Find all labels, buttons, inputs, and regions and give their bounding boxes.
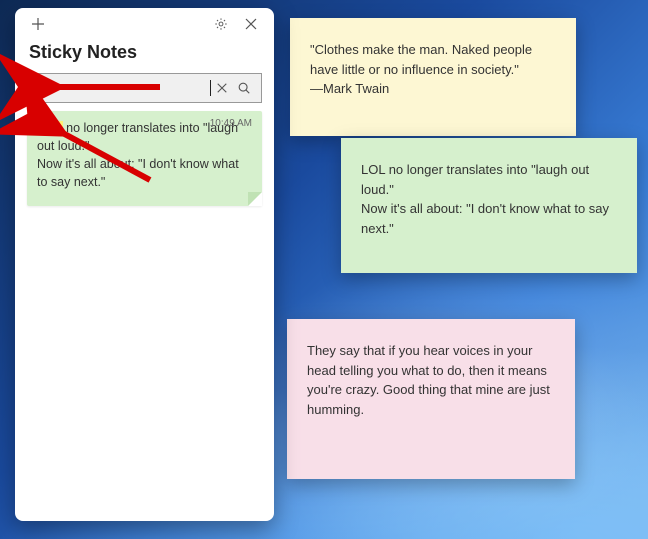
search-box[interactable]	[27, 73, 262, 103]
settings-button[interactable]	[206, 9, 236, 39]
note-list-item[interactable]: 10:49 AM LOL no longer translates into "…	[27, 111, 262, 206]
sticky-note-yellow[interactable]: "Clothes make the man. Naked people have…	[290, 18, 576, 136]
note-text: They say that if you hear voices in your…	[307, 341, 555, 419]
titlebar	[15, 8, 274, 40]
note-fold-icon	[248, 192, 262, 206]
new-note-button[interactable]	[23, 9, 53, 39]
search-highlight: LOL	[37, 121, 63, 135]
note-text: LOL no longer translates into "laugh out…	[361, 160, 617, 199]
note-text: —Mark Twain	[310, 79, 556, 99]
notes-list: 10:49 AM LOL no longer translates into "…	[15, 103, 274, 521]
note-text: Now it's all about: "I don't know what t…	[361, 199, 617, 238]
search-input[interactable]	[36, 81, 212, 96]
sticky-notes-window: Sticky Notes 10:49 AM LOL no longer tran…	[15, 8, 274, 521]
app-title: Sticky Notes	[15, 40, 274, 73]
sticky-note-pink[interactable]: They say that if you hear voices in your…	[287, 319, 575, 479]
note-timestamp: 10:49 AM	[210, 117, 252, 132]
search-icon[interactable]	[233, 76, 255, 100]
close-button[interactable]	[236, 9, 266, 39]
note-text: "Clothes make the man. Naked people have…	[310, 40, 556, 79]
sticky-note-green[interactable]: LOL no longer translates into "laugh out…	[341, 138, 637, 273]
note-preview-line: Now it's all about: "I don't know what t…	[37, 155, 252, 191]
clear-search-button[interactable]	[211, 76, 233, 100]
